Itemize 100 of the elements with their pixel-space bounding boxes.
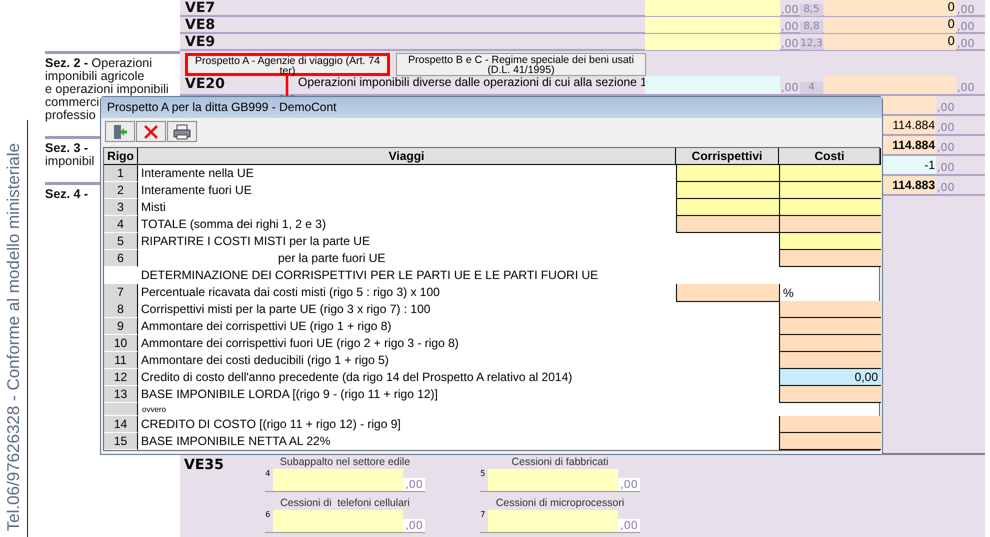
row-label: RIPARTIRE I COSTI MISTI per la parte UE bbox=[140, 233, 371, 250]
row-number: 13 bbox=[104, 386, 138, 403]
row-number: 8 bbox=[104, 301, 138, 318]
section-text: Sez. 3 - bbox=[45, 142, 88, 155]
column-header: Viaggi bbox=[138, 148, 676, 165]
decimals-text: ,00 bbox=[956, 82, 976, 94]
field-label: Cessioni di fabbricati bbox=[512, 455, 608, 469]
amount-cell[interactable] bbox=[676, 199, 779, 216]
field-number: 5 bbox=[480, 469, 486, 478]
amount-cell[interactable] bbox=[779, 250, 881, 267]
amount-cell[interactable] bbox=[676, 182, 779, 199]
amount-cell[interactable] bbox=[779, 386, 881, 403]
unit-text: % bbox=[783, 286, 794, 300]
amount-field[interactable] bbox=[645, 76, 780, 94]
amount-field[interactable]: 0 bbox=[824, 17, 956, 33]
row-number: 15 bbox=[104, 433, 138, 450]
amount-cell[interactable] bbox=[779, 182, 881, 199]
rate-text: 8,5 bbox=[800, 4, 823, 16]
prospetto-button[interactable]: Prospetto B e C - Regime speciale dei beni usati (D.L. 41/1995) bbox=[396, 53, 646, 76]
row-code: VE20 bbox=[184, 76, 226, 94]
amount-cell[interactable] bbox=[676, 284, 779, 302]
row-label: Ammontare dei costi deducibili (rigo 1 + rigo 5) bbox=[140, 352, 390, 369]
row-number: 3 bbox=[104, 199, 138, 216]
row-number: 11 bbox=[104, 352, 138, 369]
amount-field[interactable] bbox=[645, 34, 780, 50]
decimals-text: ,00 bbox=[956, 21, 976, 33]
field-number: 6 bbox=[265, 510, 272, 519]
decimals-text: ,00 bbox=[403, 519, 425, 532]
row-number: 10 bbox=[104, 335, 138, 352]
row-number: 1 bbox=[104, 165, 138, 182]
amount-field[interactable] bbox=[273, 469, 404, 491]
decimals-text: ,00 bbox=[780, 21, 800, 33]
amount-cell[interactable] bbox=[779, 165, 881, 182]
amount-cell[interactable] bbox=[779, 352, 881, 369]
row-number: 5 bbox=[104, 233, 138, 250]
section-text: commerci bbox=[45, 96, 100, 109]
section-text: imponibili agricole bbox=[45, 70, 144, 83]
rate-text: 8,8 bbox=[800, 21, 823, 33]
row-label: BASE IMPONIBILE LORDA [(rigo 9 - (rigo 11 + rigo 12)] bbox=[140, 386, 439, 403]
decimals-text: ,00 bbox=[956, 38, 976, 50]
printer-icon bbox=[173, 124, 191, 140]
note-text: ovvero bbox=[141, 404, 168, 416]
print-button[interactable] bbox=[167, 121, 197, 142]
field-label: Cessioni di microprocessori bbox=[496, 496, 624, 510]
dialog-title: Prospetto A per la ditta GB999 - DemoCont bbox=[101, 97, 882, 118]
section-text: professio bbox=[45, 109, 96, 122]
rate-text: 12,3 bbox=[800, 38, 823, 50]
amount-cell[interactable] bbox=[779, 199, 881, 216]
delete-button[interactable] bbox=[136, 121, 166, 142]
exit-button[interactable] bbox=[105, 121, 135, 142]
row-label: CREDITO DI COSTO [(rigo 11 + rigo 12) - rigo 9] bbox=[140, 416, 402, 433]
amount-cell[interactable] bbox=[676, 165, 779, 182]
row-label: Percentuale ricavata dai costi misti (rigo 5 : rigo 3) x 100 bbox=[140, 284, 441, 301]
amount-field[interactable] bbox=[488, 510, 618, 532]
section-text: Sez. 4 - bbox=[45, 188, 88, 201]
decimals-text: ,00 bbox=[780, 38, 800, 50]
amount-field[interactable] bbox=[645, 0, 780, 16]
row-number: 6 bbox=[104, 250, 138, 267]
close-icon bbox=[143, 124, 159, 140]
amount-cell[interactable] bbox=[779, 216, 881, 233]
row-label: Corrispettivi misti per la parte UE (rigo 3 x rigo 7) : 100 bbox=[140, 301, 432, 318]
row-label: per la parte fuori UE bbox=[277, 250, 386, 267]
section-text: imponibil bbox=[45, 155, 94, 168]
amount-cell[interactable] bbox=[779, 301, 881, 318]
row-label: Interamente fuori UE bbox=[140, 182, 253, 199]
amount-field[interactable]: 0 bbox=[824, 34, 956, 50]
amount-field[interactable] bbox=[488, 469, 618, 491]
amount-cell[interactable] bbox=[779, 233, 881, 250]
row-label: Misti bbox=[140, 199, 167, 216]
amount-cell[interactable] bbox=[676, 216, 779, 233]
amount-field[interactable]: 0 bbox=[824, 0, 956, 16]
amount-cell[interactable] bbox=[779, 416, 881, 433]
decimals-text: ,00 bbox=[936, 122, 956, 134]
row-number: 2 bbox=[104, 182, 138, 199]
amount-cell[interactable] bbox=[779, 433, 881, 450]
decimals-text: ,00 bbox=[780, 82, 800, 94]
amount-cell[interactable] bbox=[779, 335, 881, 352]
row-number: 9 bbox=[104, 318, 138, 335]
row-label: Credito di costo dell'anno precedente (da rigo 14 del Prospetto A relativo al 2014) bbox=[140, 369, 574, 386]
decimals-text: ,00 bbox=[936, 182, 956, 194]
row-label: TOTALE (somma dei righi 1, 2 e 3) bbox=[140, 216, 327, 233]
row-number: 12 bbox=[104, 369, 138, 386]
row-code: VE8 bbox=[184, 17, 216, 33]
row-number: 4 bbox=[104, 216, 138, 233]
amount-cell[interactable] bbox=[779, 318, 881, 335]
decimals-text: ,00 bbox=[403, 478, 425, 491]
row-number: 7 bbox=[104, 284, 138, 302]
amount-field[interactable] bbox=[645, 17, 780, 33]
field-label: Cessioni di telefoni cellulari bbox=[280, 496, 410, 510]
row-number: 14 bbox=[104, 416, 138, 433]
decimals-text: ,00 bbox=[780, 4, 800, 16]
amount-field[interactable] bbox=[273, 510, 404, 532]
field-number: 4 bbox=[265, 469, 272, 478]
side-label: Tel.06/97626328 - Conforme al modello ministeriale bbox=[4, 142, 24, 531]
decimals-text: ,00 bbox=[936, 162, 956, 174]
amount-cell[interactable]: 0,00 bbox=[779, 369, 881, 386]
decimals-text: ,00 bbox=[618, 519, 640, 532]
row-code: VE35 bbox=[183, 456, 225, 475]
section-text: e operazioni imponibili bbox=[45, 83, 169, 96]
amount-field[interactable] bbox=[824, 76, 956, 94]
